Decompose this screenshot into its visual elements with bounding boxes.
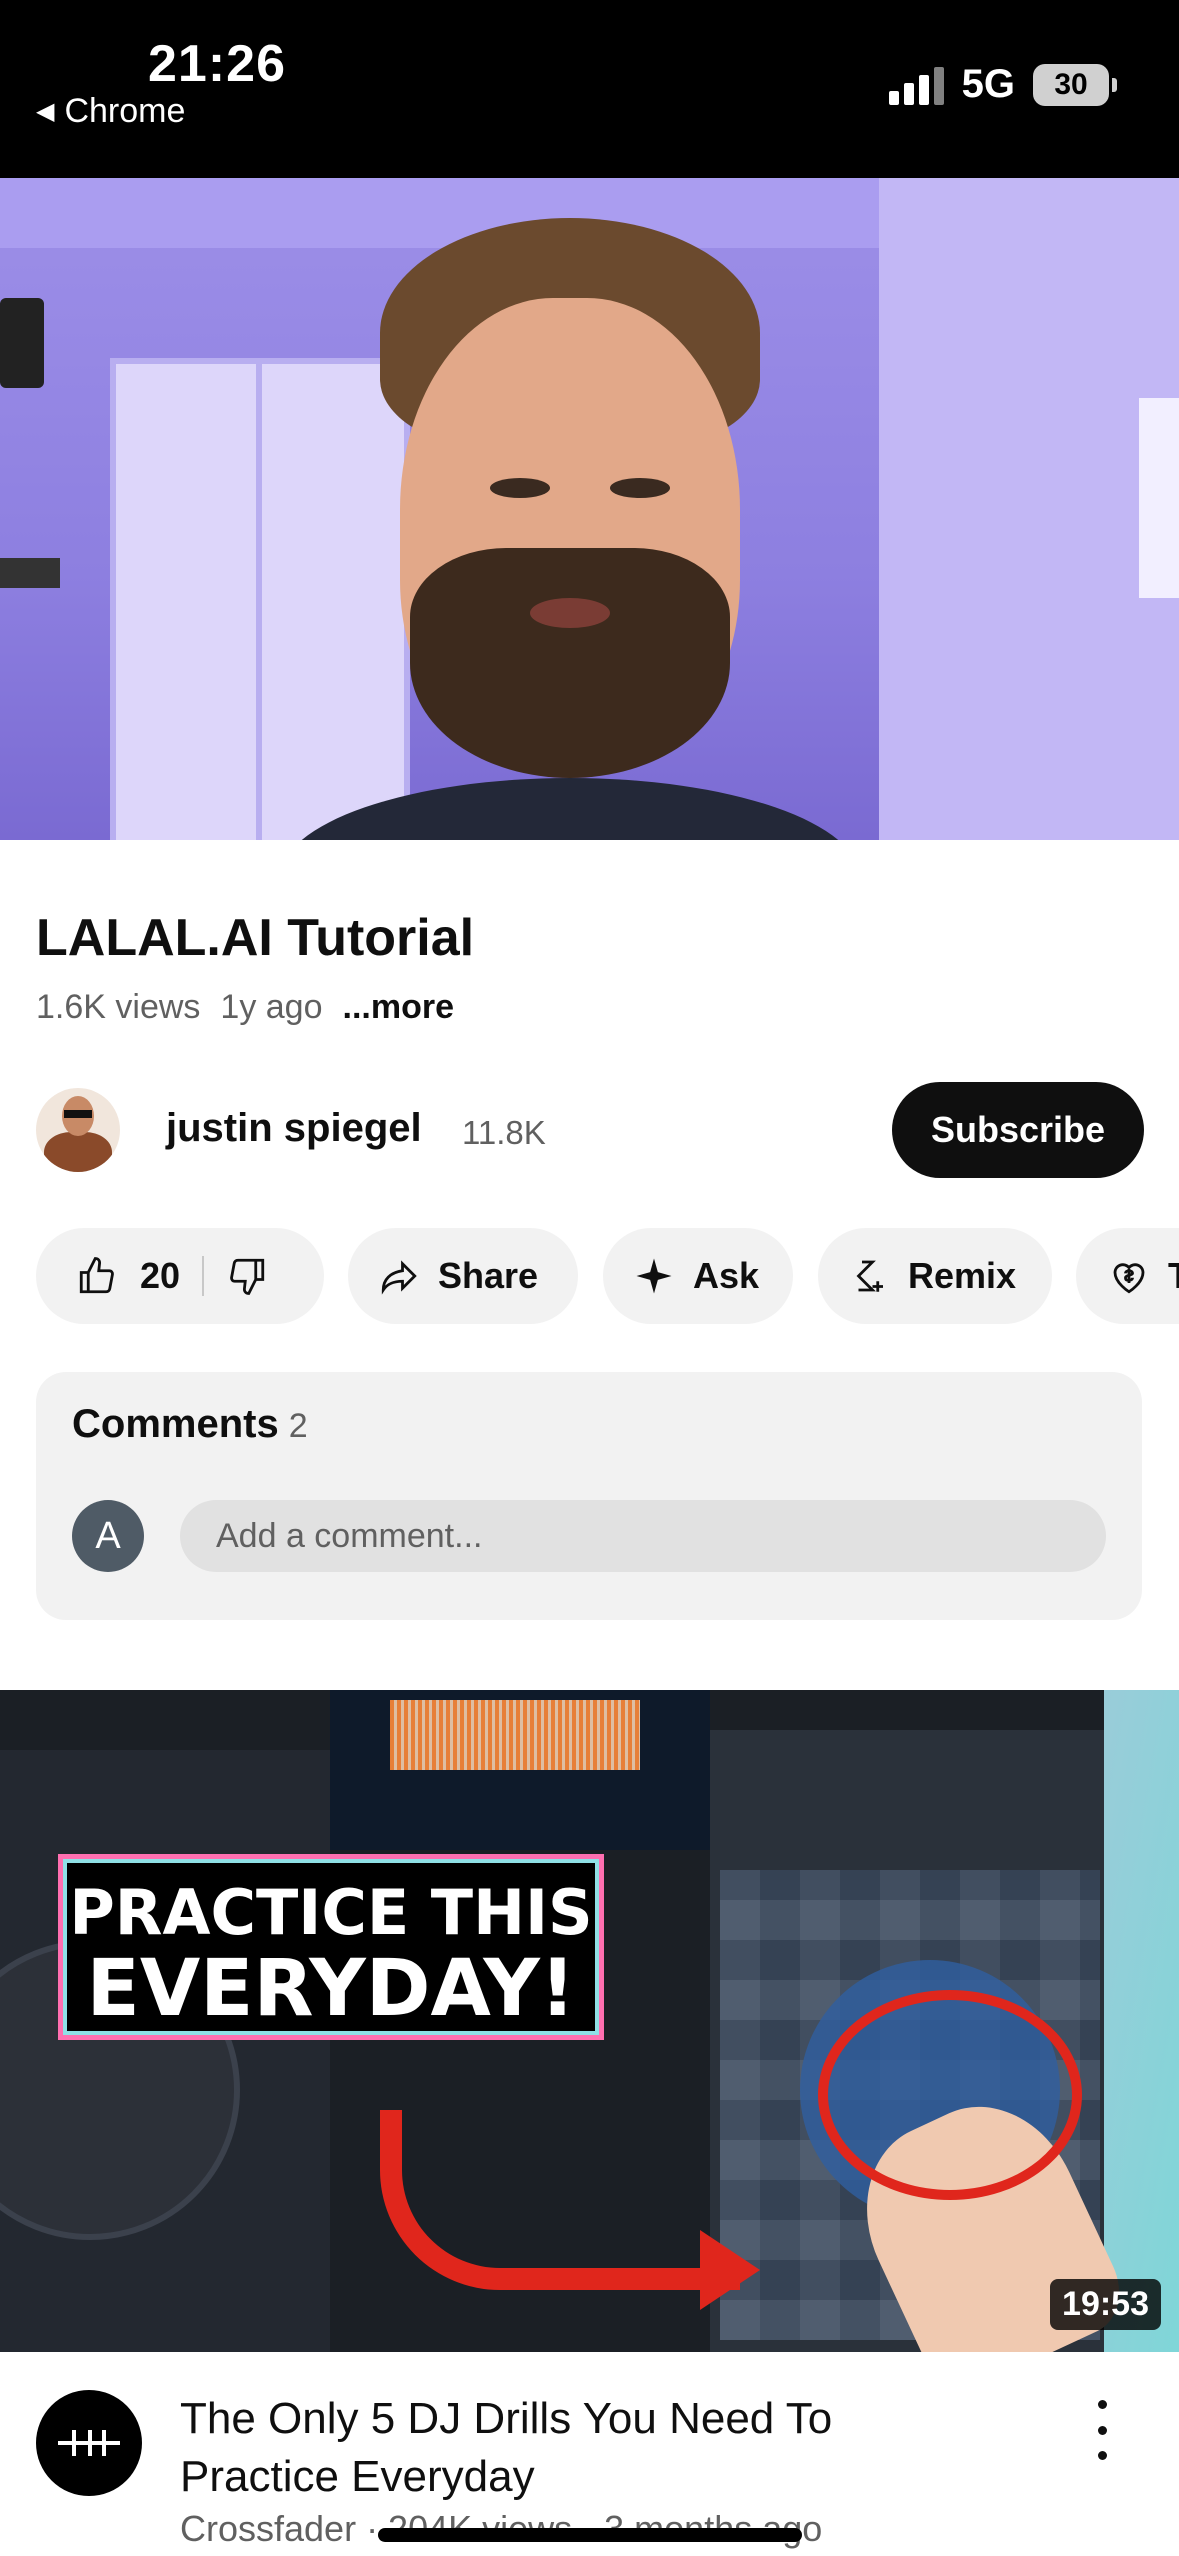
next-video-info: The Only 5 DJ Drills You Need To Practic… — [0, 2352, 1179, 2556]
ask-button[interactable]: Ask — [603, 1228, 793, 1324]
thumbs-down-icon[interactable] — [226, 1255, 268, 1297]
remix-button[interactable]: Remix — [818, 1228, 1052, 1324]
comments-card[interactable]: Comments 2 A Add a comment... — [36, 1372, 1142, 1620]
highlight-circle — [818, 1990, 1082, 2200]
waveform — [390, 1700, 640, 1770]
battery-level: 30 — [1054, 67, 1088, 101]
thanks-button[interactable]: T — [1076, 1228, 1179, 1324]
channel-row: justin spiegel 11.8K Subscribe — [36, 1082, 1144, 1182]
like-dislike-pill: 20 — [36, 1228, 324, 1324]
clock: 21:26 — [148, 35, 286, 93]
video-player[interactable] — [0, 178, 1179, 840]
thanks-label: T — [1168, 1255, 1179, 1297]
red-arrow — [380, 2110, 740, 2290]
video-meta: 1.6K views 1y ago ...more — [36, 988, 454, 1027]
thumbs-up-icon — [79, 1257, 114, 1294]
heart-dollar-icon — [1113, 1263, 1145, 1294]
like-button[interactable]: 20 — [76, 1255, 180, 1297]
red-arrowhead — [700, 2230, 760, 2310]
comments-count: 2 — [288, 1407, 308, 1445]
view-count: 1.6K views — [36, 988, 201, 1026]
video-title: LALAL.AI Tutorial — [36, 909, 475, 967]
speaker — [0, 298, 44, 388]
next-video-title[interactable]: The Only 5 DJ Drills You Need To Practic… — [180, 2390, 980, 2506]
channel-avatar[interactable] — [36, 1088, 120, 1172]
status-indicators: 5G 30 — [888, 62, 1117, 107]
channel-name[interactable]: justin spiegel — [166, 1106, 422, 1151]
user-avatar: A — [72, 1500, 144, 1572]
share-label: Share — [438, 1255, 539, 1296]
home-indicator[interactable] — [378, 2528, 802, 2542]
thumbnail-text-line2: EVERYDAY! — [86, 1944, 576, 2034]
video-duration: 19:53 — [1050, 2279, 1161, 2330]
thumbnail-headline: PRACTICE THIS EVERYDAY! — [58, 1854, 604, 2040]
wall-poster — [1139, 398, 1179, 598]
back-app-label: Chrome — [64, 92, 186, 130]
subscribe-button[interactable]: Subscribe — [892, 1082, 1144, 1178]
action-pills: 20 Share Ask Remix T — [36, 1228, 1179, 1324]
more-options-icon[interactable] — [1095, 2400, 1109, 2460]
battery-icon: 30 — [1033, 63, 1117, 106]
remix-label: Remix — [908, 1255, 1017, 1296]
add-comment-input[interactable]: Add a comment... — [180, 1500, 1106, 1572]
share-button[interactable]: Share — [348, 1228, 578, 1324]
subscriber-count: 11.8K — [462, 1114, 546, 1151]
back-triangle-icon: ◀ — [36, 98, 55, 125]
status-bar: 21:26 ◀ Chrome 5G 30 — [0, 0, 1179, 178]
comments-title: Comments — [72, 1402, 279, 1446]
next-video-thumbnail[interactable]: PRACTICE THIS EVERYDAY! 19:53 — [0, 1690, 1179, 2352]
crossfader-channel-icon[interactable] — [36, 2390, 142, 2496]
like-count: 20 — [140, 1255, 181, 1296]
remix-icon — [856, 1260, 883, 1292]
ask-label: Ask — [693, 1255, 760, 1296]
presenter — [280, 218, 860, 840]
back-to-app-link[interactable]: ◀ Chrome — [36, 92, 185, 131]
upload-age: 1y ago — [220, 988, 323, 1026]
sparkle-icon — [636, 1258, 672, 1294]
more-link[interactable]: ...more — [343, 988, 454, 1027]
thumbnail-text-line1: PRACTICE THIS — [69, 1876, 593, 1949]
like-divider — [202, 1256, 205, 1296]
share-icon — [381, 1260, 417, 1295]
signal-icon — [888, 65, 944, 105]
comments-header: Comments 2 — [72, 1402, 308, 1447]
network-type: 5G — [961, 62, 1015, 106]
